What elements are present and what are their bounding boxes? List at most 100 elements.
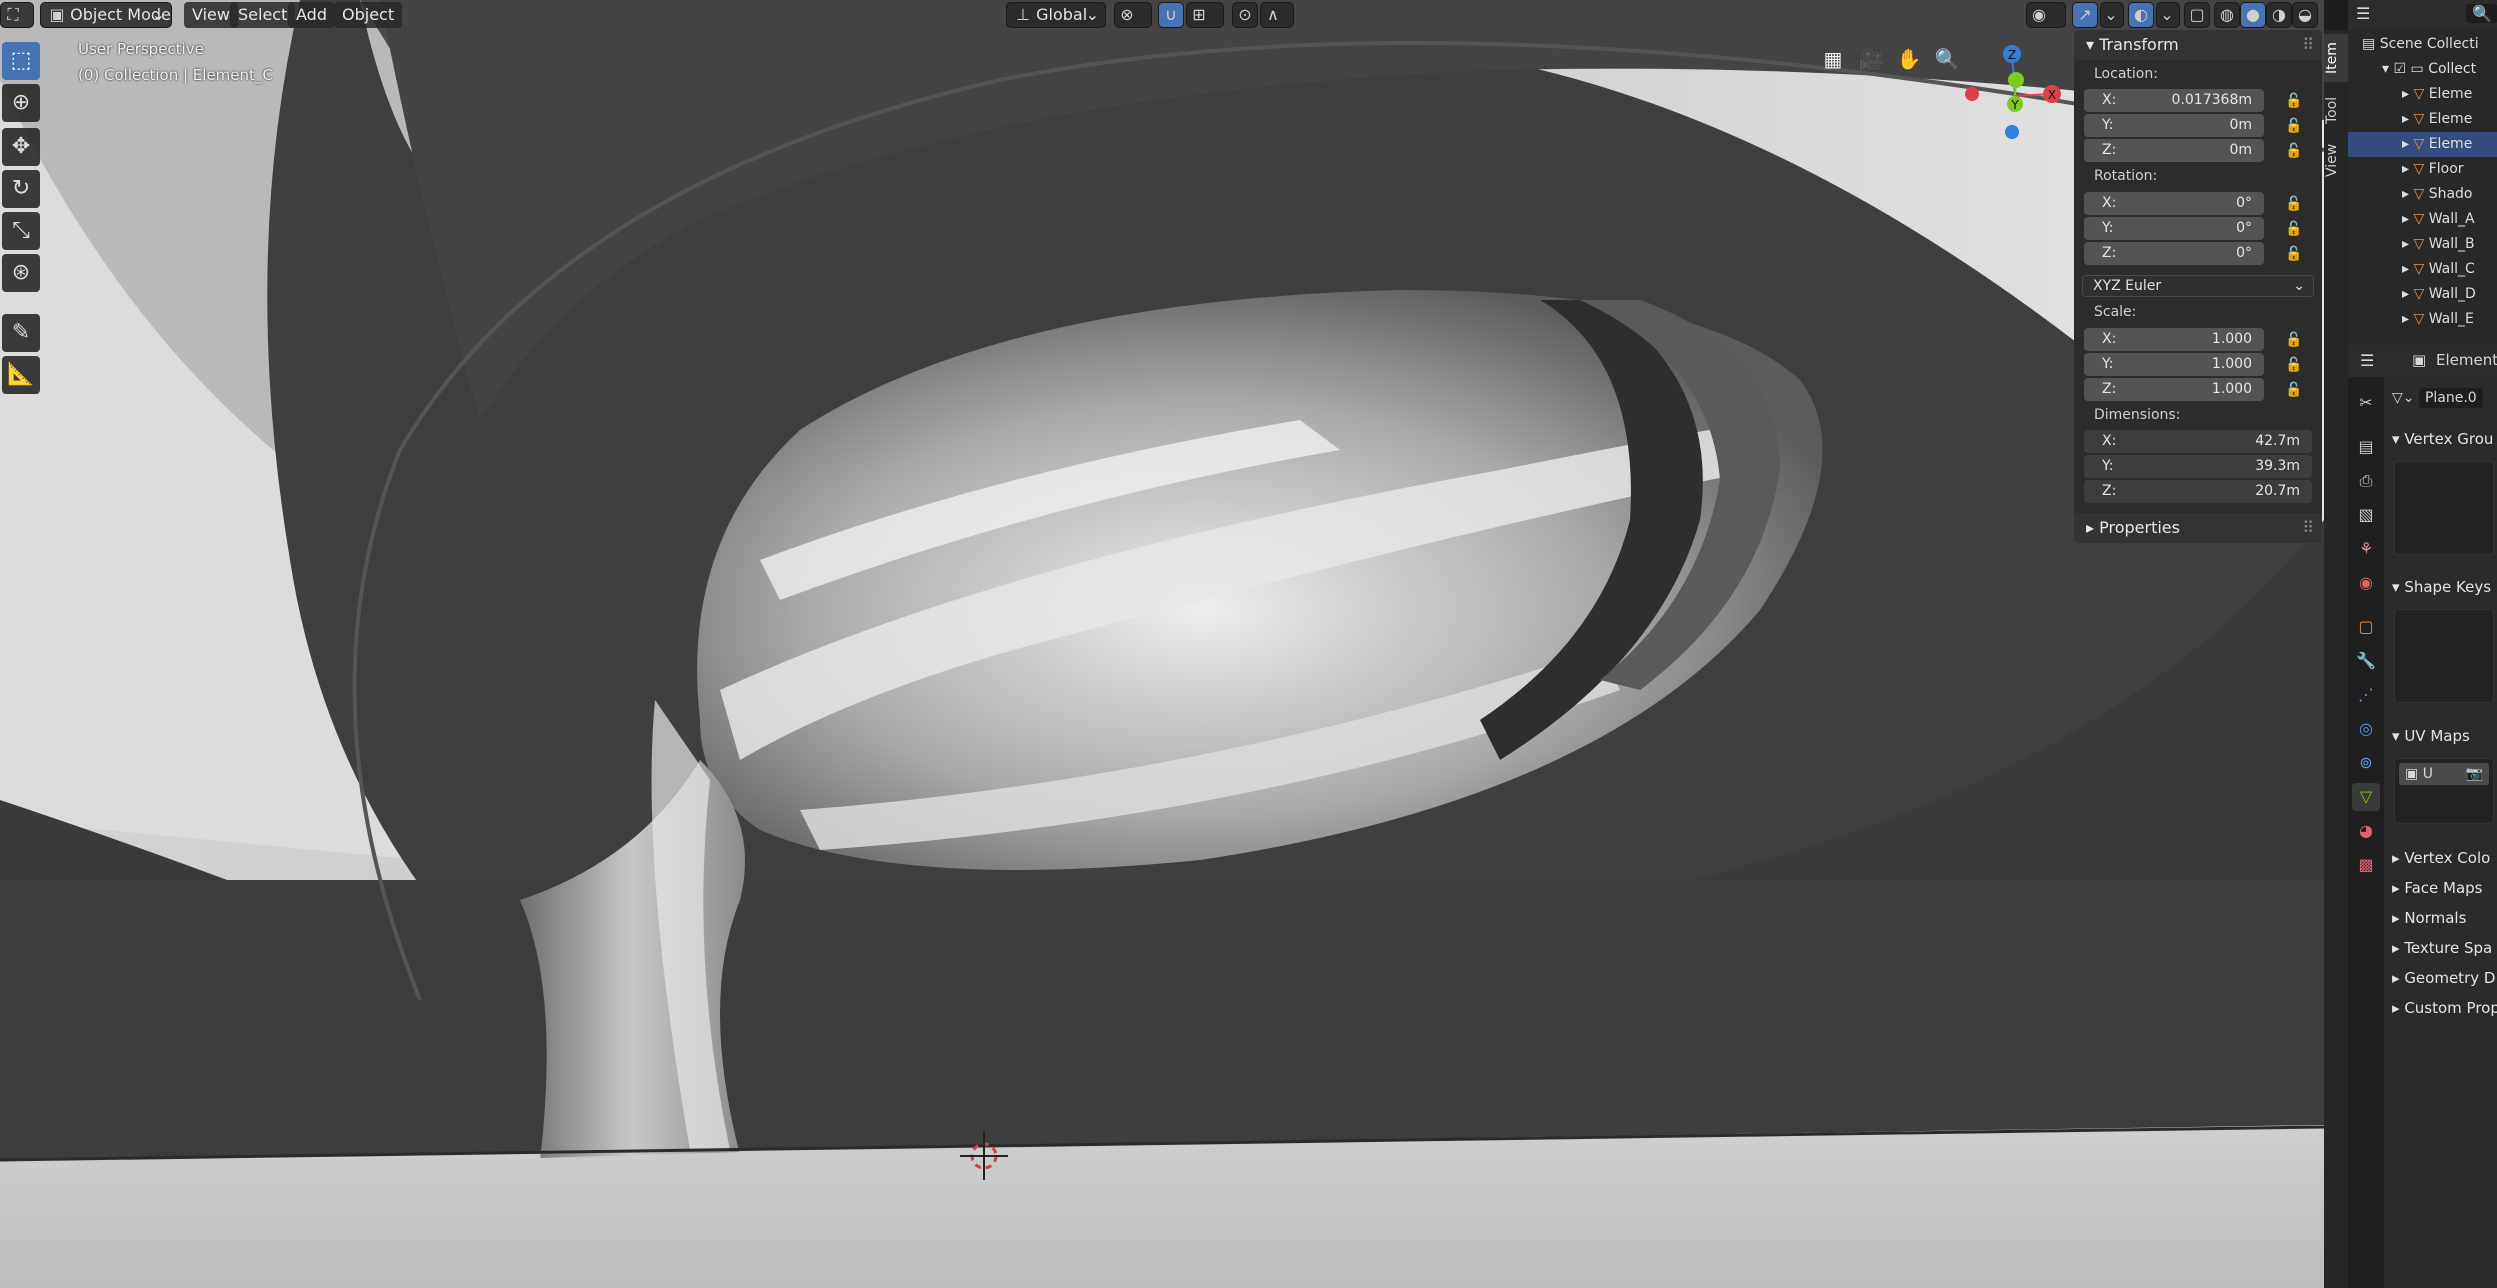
texture-space-header[interactable]: ▸ Texture Spa (2384, 934, 2497, 962)
editor-type-icon[interactable]: ☰ (2360, 351, 2374, 370)
measure-tool[interactable]: 📐 (2, 356, 40, 394)
tab-item[interactable]: Item (2324, 34, 2348, 82)
location-y-field[interactable]: Y: 0m (2084, 114, 2264, 137)
particles-tab[interactable]: ⋰ (2352, 681, 2380, 709)
outliner-row[interactable]: ▸ ▽ Eleme (2348, 82, 2497, 107)
texture-tab[interactable]: ▩ (2352, 851, 2380, 879)
uv-map-item[interactable]: ▣ U 📷 (2399, 763, 2489, 785)
toggle-grid-view-button[interactable]: ▦ (1818, 44, 1848, 74)
rendered-shading-button[interactable]: ◒ (2292, 2, 2318, 28)
3d-viewport[interactable]: ⛶ ▣ Object Mode ⌄ View Select Add Object… (0, 0, 2324, 1288)
menu-object[interactable]: Object (334, 2, 403, 28)
tab-tool[interactable]: Tool (2324, 86, 2348, 134)
lock-icon[interactable]: 🔓 (2284, 116, 2304, 136)
editor-type-button[interactable]: ⛶ (0, 2, 34, 28)
xray-toggle[interactable]: ▢ (2184, 2, 2210, 28)
material-shading-button[interactable]: ◑ (2266, 2, 2292, 28)
outliner-row[interactable]: ▸ ▽ Eleme (2348, 107, 2497, 132)
face-maps-header[interactable]: ▸ Face Maps (2384, 874, 2497, 902)
world-tab[interactable]: ◉ (2352, 569, 2380, 597)
rotation-z-field[interactable]: Z: 0° (2084, 242, 2264, 265)
gizmo-dropdown[interactable]: ⌄ (2100, 2, 2124, 28)
tool-tab[interactable]: ✂ (2352, 389, 2380, 417)
constraints-tab[interactable]: ⊚ (2352, 749, 2380, 777)
lock-icon[interactable]: 🔓 (2284, 330, 2304, 350)
scene-tab[interactable]: ⚘ (2352, 535, 2380, 563)
outliner-row[interactable]: ▸ ▽ Wall_B (2348, 232, 2497, 257)
solid-shading-button[interactable]: ● (2240, 2, 2266, 28)
tab-view[interactable]: View (2324, 136, 2348, 184)
mode-dropdown[interactable]: ▣ Object Mode ⌄ (40, 2, 172, 28)
pivot-dropdown[interactable]: ⊗ (1114, 2, 1152, 28)
camera-icon[interactable]: 📷 (2466, 763, 2483, 785)
select-box-tool[interactable]: ⬚ (2, 42, 40, 80)
uv-maps-list[interactable]: ▣ U 📷 (2394, 758, 2494, 824)
camera-view-button[interactable]: 🎥 (1856, 44, 1886, 74)
transform-panel-header[interactable]: ▾ Transform ⠿ (2074, 30, 2322, 60)
snap-target-dropdown[interactable]: ⊞ (1186, 2, 1224, 28)
outliner-row[interactable]: ▤ Scene Collecti (2348, 32, 2497, 57)
material-tab[interactable]: ◕ (2352, 817, 2380, 845)
overlays-dropdown[interactable]: ⌄ (2156, 2, 2180, 28)
dimensions-z-field[interactable]: Z: 20.7m (2084, 480, 2312, 503)
output-tab[interactable]: ⎙ (2352, 467, 2380, 495)
dimensions-y-field[interactable]: Y: 39.3m (2084, 455, 2312, 478)
location-z-field[interactable]: Z: 0m (2084, 139, 2264, 162)
lock-icon[interactable]: 🔓 (2284, 194, 2304, 214)
outliner-row[interactable]: ▸ ▽ Wall_E (2348, 307, 2497, 332)
drag-handle-icon[interactable]: ⠿ (2302, 30, 2314, 60)
lock-icon[interactable]: 🔓 (2284, 219, 2304, 239)
render-tab[interactable]: ▤ (2352, 433, 2380, 461)
proportional-edit-toggle[interactable]: ⊙ (1232, 2, 1258, 28)
outliner-row[interactable]: ▾ ☑ ▭ Collect (2348, 57, 2497, 82)
scale-x-field[interactable]: X: 1.000 (2084, 328, 2264, 351)
vertex-groups-header[interactable]: ▾ Vertex Grou (2384, 425, 2497, 453)
scale-tool[interactable]: ⤡ (2, 212, 40, 250)
uv-maps-header[interactable]: ▾ UV Maps (2384, 722, 2497, 750)
scale-z-field[interactable]: Z: 1.000 (2084, 378, 2264, 401)
data-tab[interactable]: ▽ (2352, 783, 2380, 811)
properties-panel-header[interactable]: ▸ Properties ⠿ (2074, 513, 2322, 543)
checkbox-icon[interactable]: ☑ (2393, 61, 2410, 77)
normals-header[interactable]: ▸ Normals (2384, 904, 2497, 932)
outliner-row-selected[interactable]: ▸ ▽ Eleme (2348, 132, 2497, 157)
shape-keys-list[interactable] (2394, 609, 2494, 703)
visibility-dropdown[interactable]: ◉ (2026, 2, 2066, 28)
outliner-row[interactable]: ▸ ▽ Wall_D (2348, 282, 2497, 307)
annotate-tool[interactable]: ✎ (2, 314, 40, 352)
location-x-field[interactable]: X: 0.017368m (2084, 89, 2264, 112)
geometry-data-header[interactable]: ▸ Geometry D (2384, 964, 2497, 992)
modifiers-tab[interactable]: 🔧 (2352, 647, 2380, 675)
orientation-dropdown[interactable]: ⊥ Global ⌄ (1006, 2, 1106, 28)
search-icon[interactable]: 🔍 (2466, 4, 2497, 23)
drag-handle-icon[interactable]: ⠿ (2302, 513, 2314, 543)
rotation-x-field[interactable]: X: 0° (2084, 192, 2264, 215)
overlays-toggle[interactable]: ◐ (2128, 2, 2154, 28)
lock-icon[interactable]: 🔓 (2284, 355, 2304, 375)
wireframe-shading-button[interactable]: ◍ (2214, 2, 2240, 28)
lock-icon[interactable]: 🔓 (2284, 380, 2304, 400)
view-layer-tab[interactable]: ▧ (2352, 501, 2380, 529)
gizmo-toggle[interactable]: ↗ (2072, 2, 2098, 28)
move-tool[interactable]: ✥ (2, 128, 40, 166)
editor-type-icon[interactable]: ☰ (2356, 4, 2370, 23)
falloff-dropdown[interactable]: ∧ (1260, 2, 1294, 28)
pan-view-button[interactable]: ✋ (1894, 44, 1924, 74)
shape-keys-header[interactable]: ▾ Shape Keys (2384, 573, 2497, 601)
menu-add[interactable]: Add (288, 2, 335, 28)
rotate-tool[interactable]: ↻ (2, 170, 40, 208)
dimensions-x-field[interactable]: X: 42.7m (2084, 430, 2312, 453)
zoom-view-button[interactable]: 🔍 (1932, 44, 1962, 74)
menu-select[interactable]: Select (230, 2, 296, 28)
outliner-row[interactable]: ▸ ▽ Wall_A (2348, 207, 2497, 232)
outliner-row[interactable]: ▸ ▽ Floor (2348, 157, 2497, 182)
transform-tool[interactable]: ⊛ (2, 254, 40, 292)
lock-icon[interactable]: 🔓 (2284, 244, 2304, 264)
outliner-row[interactable]: ▸ ▽ Wall_C (2348, 257, 2497, 282)
lock-icon[interactable]: 🔓 (2284, 141, 2304, 161)
snap-toggle[interactable]: ∪ (1158, 2, 1184, 28)
rotation-y-field[interactable]: Y: 0° (2084, 217, 2264, 240)
vertex-colors-header[interactable]: ▸ Vertex Colo (2384, 844, 2497, 872)
physics-tab[interactable]: ◎ (2352, 715, 2380, 743)
mesh-datablock-selector[interactable]: ▽⌄ Plane.0 (2392, 385, 2492, 411)
